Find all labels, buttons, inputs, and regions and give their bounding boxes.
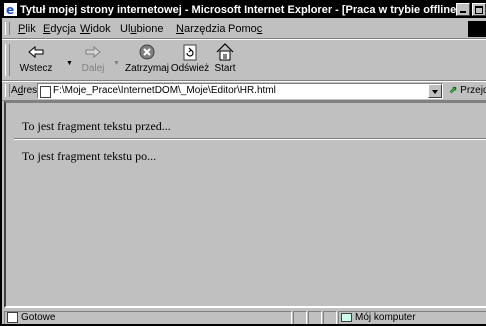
address-bar: Adres F:\Moje_Prace\InternetDOM\_Moje\Ed… [2, 81, 486, 101]
forward-dropdown[interactable]: ▼ [113, 60, 120, 67]
menu-bar: Plik Edycja Widok Ulubione Narzędzia Pom… [2, 20, 486, 39]
home-button[interactable]: Start [210, 42, 240, 74]
toolbar-grip [5, 44, 10, 76]
windows-logo-icon [468, 21, 486, 37]
forward-button[interactable]: Dalej [76, 42, 110, 74]
back-button[interactable]: Wstecz [16, 42, 56, 74]
home-icon [216, 43, 234, 61]
go-button[interactable]: ⇗ Przejdź [449, 85, 486, 96]
back-dropdown[interactable]: ▼ [66, 60, 73, 67]
text-after: To jest fragment tekstu po... [22, 149, 157, 163]
menu-help[interactable]: Pomoc [228, 23, 262, 35]
menu-grip [5, 22, 10, 35]
stop-icon [139, 44, 155, 60]
zone-text: Mój komputer [355, 312, 416, 323]
refresh-label: Odśwież [170, 63, 210, 74]
address-label: Adres [11, 85, 38, 96]
title-bar: e Tytuł mojej strony internetowej - Micr… [2, 2, 486, 18]
horizontal-rule [14, 138, 486, 140]
zone-panel: Mój komputer [338, 311, 486, 324]
go-arrow-icon: ⇗ [449, 85, 458, 96]
page-status-icon [7, 312, 18, 323]
forward-arrow-icon [85, 45, 101, 59]
page-content: To jest fragment tekstu przed... To jest… [4, 101, 486, 308]
status-bar: Gotowe Mój komputer [2, 310, 486, 324]
back-arrow-icon [28, 45, 44, 59]
address-dropdown-button[interactable] [428, 84, 442, 98]
computer-icon [341, 312, 352, 322]
stop-label: Zatrzymaj [125, 63, 169, 74]
ie-logo-icon: e [4, 3, 17, 16]
status-panel-1 [293, 311, 307, 324]
back-label: Wstecz [19, 63, 53, 74]
window-controls [454, 3, 486, 17]
status-text-panel: Gotowe [4, 311, 292, 324]
svg-text:e: e [6, 3, 14, 16]
status-panel-2 [308, 311, 322, 324]
text-before: To jest fragment tekstu przed... [22, 119, 171, 133]
home-label: Start [214, 63, 236, 74]
menu-edit[interactable]: Edycja [43, 23, 76, 35]
menu-tools[interactable]: Narzędzia [176, 23, 226, 35]
window-title: Tytuł mojej strony internetowej - Micros… [20, 4, 460, 16]
stop-button[interactable]: Zatrzymaj [124, 42, 170, 74]
maximize-button[interactable] [472, 3, 486, 16]
menu-favorites[interactable]: Ulubione [120, 23, 163, 35]
minimize-button[interactable] [456, 3, 470, 16]
forward-label: Dalej [81, 63, 105, 74]
standard-toolbar: Wstecz ▼ Dalej ▼ Zatrzymaj Odśwież Start [2, 39, 486, 81]
page-icon [40, 86, 51, 98]
menu-view[interactable]: Widok [80, 23, 111, 35]
address-value: F:\Moje_Prace\InternetDOM\_Moje\Editor\H… [53, 85, 276, 96]
status-panel-3 [323, 311, 337, 324]
refresh-icon [183, 44, 197, 61]
menu-file[interactable]: Plik [18, 23, 36, 35]
refresh-button[interactable]: Odśwież [170, 42, 210, 74]
status-text: Gotowe [21, 312, 56, 324]
address-grip [5, 84, 10, 97]
address-input[interactable]: F:\Moje_Prace\InternetDOM\_Moje\Editor\H… [37, 83, 443, 99]
browser-window: e Tytuł mojej strony internetowej - Micr… [0, 0, 486, 326]
